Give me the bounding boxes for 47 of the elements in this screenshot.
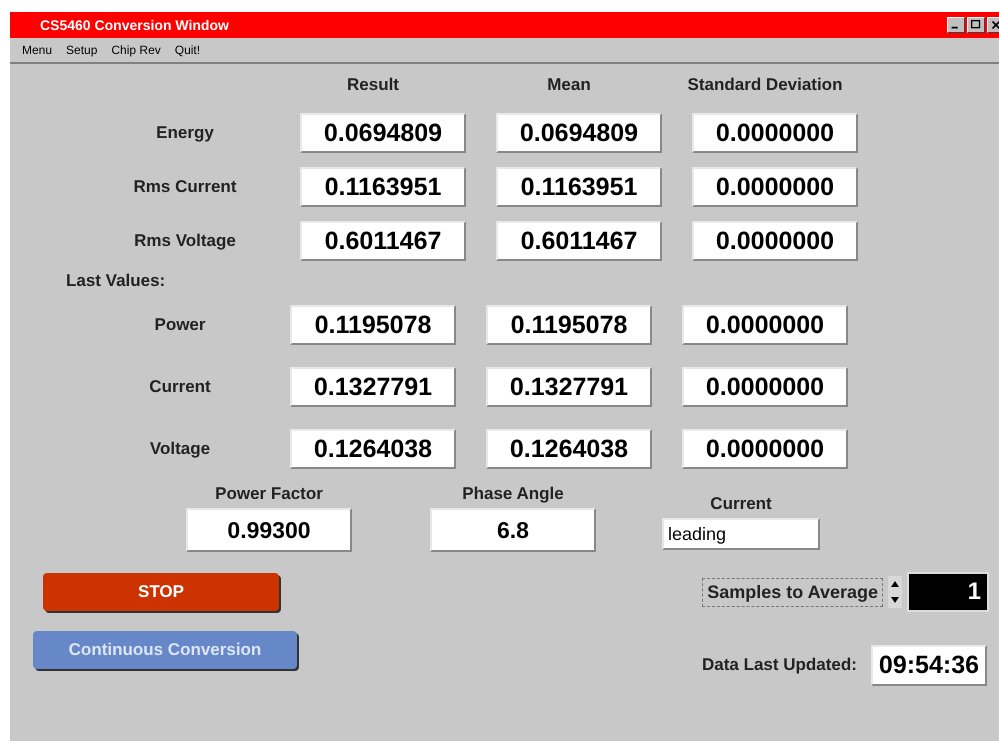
value-field: 0.1264038 — [486, 429, 652, 469]
menu-item[interactable]: Quit! — [174, 43, 200, 57]
value-field: 0.0694809 — [496, 113, 662, 153]
indicator-field: 6.8 — [430, 508, 596, 552]
samples-label: Samples to Average — [702, 578, 883, 606]
samples-field[interactable]: 1 — [907, 572, 989, 612]
value-field: 0.6011467 — [300, 221, 466, 261]
value-field: 0.6011467 — [496, 221, 662, 261]
value-field: 0.0000000 — [682, 305, 848, 345]
value-field: 0.1163951 — [300, 167, 466, 207]
maximize-icon[interactable] — [967, 17, 985, 33]
menu-item[interactable]: Chip Rev — [111, 43, 161, 57]
value-field: 0.1264038 — [290, 429, 456, 469]
value-field: 0.0000000 — [692, 221, 858, 261]
value-field: 0.0000000 — [682, 367, 848, 407]
value-field: 0.0000000 — [692, 167, 858, 207]
row-label: Energy — [155, 123, 215, 143]
value-field: 0.0000000 — [682, 429, 848, 469]
value-field: 0.1195078 — [486, 305, 652, 345]
row-label: Power — [153, 315, 207, 335]
indicator-label: Power Factor — [215, 484, 323, 504]
row-label: Current — [148, 377, 212, 397]
value-field: 0.1327791 — [486, 367, 652, 407]
section-label: Last Values: — [66, 271, 166, 291]
indicator-label: Current — [710, 494, 772, 514]
value-field: 0.0000000 — [692, 113, 858, 153]
column-header: Standard Deviation — [686, 75, 844, 95]
menu-item[interactable]: Menu — [22, 43, 52, 57]
stop-button[interactable]: STOP — [43, 573, 279, 611]
row-label: Rms Voltage — [133, 231, 237, 251]
indicator-field: leading — [662, 518, 820, 550]
menu-item[interactable]: Setup — [66, 43, 98, 57]
value-field: 0.1195078 — [290, 305, 456, 345]
value-field: 0.0694809 — [300, 113, 466, 153]
spinner-icon[interactable] — [887, 575, 903, 609]
row-label: Voltage — [148, 439, 212, 459]
indicator-label: Phase Angle — [462, 484, 564, 504]
window-title: CS5460 Conversion Window — [40, 17, 229, 33]
column-header: Result — [346, 75, 400, 95]
time-field: 09:54:36 — [870, 644, 987, 686]
minimize-icon[interactable] — [947, 17, 965, 33]
column-header: Mean — [546, 75, 592, 95]
updated-label: Data Last Updated: — [702, 655, 857, 675]
indicator-field: 0.99300 — [186, 508, 352, 552]
value-field: 0.1163951 — [496, 167, 662, 207]
row-label: Rms Current — [132, 177, 238, 197]
value-field: 0.1327791 — [290, 367, 456, 407]
